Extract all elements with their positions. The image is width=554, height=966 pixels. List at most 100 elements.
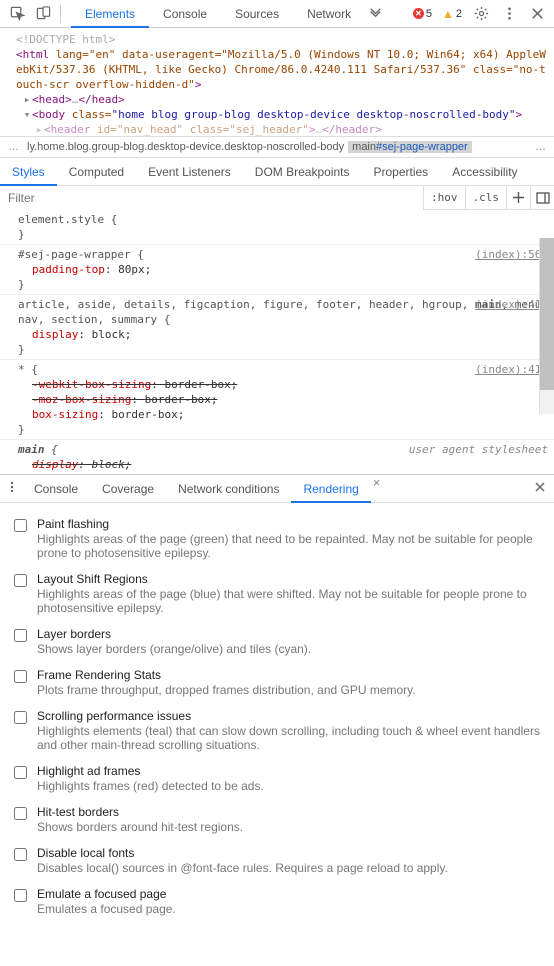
css-property-name[interactable]: box-sizing [32,408,98,421]
error-count: 5 [426,8,432,20]
inspect-icon[interactable] [4,1,30,27]
css-rule[interactable]: element.style {} [0,210,554,245]
rendering-label: Disable local fonts [37,846,448,860]
dom-body-tag[interactable]: ▾<body class="home blog group-blog deskt… [2,107,552,122]
drawer-tab-rendering[interactable]: Rendering [291,475,370,503]
breadcrumb-body[interactable]: ly.home.blog.group-blog.desktop-device.d… [23,141,348,153]
css-property-value[interactable]: border-box [111,408,177,421]
dom-header-tag[interactable]: ▸<header id="nav_head" class="sej_header… [2,122,552,136]
css-rule[interactable]: user agent stylesheetmain {display: bloc… [0,440,554,474]
styles-tab-event-listeners[interactable]: Event Listeners [136,158,243,186]
css-property-value[interactable]: border-box [145,393,211,406]
styles-body[interactable]: element.style {}(index):564#sej-page-wra… [0,210,554,474]
rendering-options: Paint flashing Highlights areas of the pa… [0,503,554,963]
breadcrumb-overflow-right[interactable]: … [531,141,550,153]
css-property-name[interactable]: -moz-box-sizing [32,393,131,406]
styles-tab-properties[interactable]: Properties [361,158,440,186]
error-count-badge[interactable]: ✕ 5 [409,8,436,20]
rule-selector[interactable]: * { [18,362,550,377]
styles-tabs: StylesComputedEvent ListenersDOM Breakpo… [0,158,554,186]
drawer-tab-network-conditions[interactable]: Network conditions [166,475,291,503]
rendering-checkbox[interactable] [14,670,27,683]
close-tab-icon[interactable]: × [373,475,381,503]
rule-source-link: user agent stylesheet [409,442,548,457]
styles-tab-styles[interactable]: Styles [0,158,57,186]
styles-tab-accessibility[interactable]: Accessibility [440,158,529,186]
css-property-name[interactable]: padding-top [32,263,105,276]
dom-doctype: <!DOCTYPE html> [2,32,552,47]
drawer-tab-coverage[interactable]: Coverage [90,475,166,503]
drawer-close-icon[interactable] [526,481,554,496]
css-property-name[interactable]: -webkit-box-sizing [32,378,151,391]
rendering-option: Layer bordersShows layer borders (orange… [0,621,554,662]
rendering-checkbox[interactable] [14,711,27,724]
rendering-checkbox[interactable] [14,629,27,642]
more-tabs-icon[interactable] [365,1,385,27]
css-property-value[interactable]: border-box [164,378,230,391]
rule-source-link[interactable]: (index):413 [475,297,548,312]
breadcrumb-main[interactable]: main#sej-page-wrapper [348,141,472,153]
styles-tab-dom-breakpoints[interactable]: DOM Breakpoints [243,158,362,186]
rendering-desc: Plots frame throughput, dropped frames d… [37,683,416,697]
rendering-label: Highlight ad frames [37,764,264,778]
warning-count-badge[interactable]: ▲ 2 [438,7,466,21]
rendering-label: Hit-test borders [37,805,243,819]
css-property-name[interactable]: display [32,458,78,471]
main-tabs: ElementsConsoleSourcesNetwork [71,0,365,28]
css-rule[interactable]: (index):413article, aside, details, figc… [0,295,554,360]
rule-selector[interactable]: element.style { [18,212,550,227]
rendering-option: Highlight ad framesHighlights frames (re… [0,758,554,799]
drawer-tab-console[interactable]: Console [22,475,90,503]
tab-elements[interactable]: Elements [71,0,149,28]
hov-toggle[interactable]: :hov [423,186,465,210]
rule-selector[interactable]: #sej-page-wrapper { [18,247,550,262]
rendering-option: Paint flashingHighlights areas of the pa… [0,511,554,566]
tab-network[interactable]: Network [293,0,365,28]
rule-source-link[interactable]: (index):564 [475,247,548,262]
device-toggle-icon[interactable] [30,1,56,27]
css-rule[interactable]: (index):413* {-webkit-box-sizing: border… [0,360,554,440]
rendering-checkbox[interactable] [14,519,27,532]
tab-console[interactable]: Console [149,0,221,28]
css-property-value[interactable]: 80px [118,263,145,276]
error-icon: ✕ [413,8,424,19]
rendering-desc: Highlights areas of the page (blue) that… [37,587,542,615]
warning-icon: ▲ [442,7,454,21]
warning-count: 2 [456,8,462,20]
tab-sources[interactable]: Sources [221,0,293,28]
rendering-label: Paint flashing [37,517,542,531]
rendering-desc: Shows layer borders (orange/olive) and t… [37,642,311,656]
styles-tab-computed[interactable]: Computed [57,158,136,186]
cls-toggle[interactable]: .cls [465,186,507,210]
rendering-desc: Shows borders around hit-test regions. [37,820,243,834]
dom-head-tag[interactable]: ▸<head>…</head> [2,92,552,107]
filter-input[interactable] [0,186,423,210]
rendering-checkbox[interactable] [14,766,27,779]
toggle-sidebar-icon[interactable] [530,186,554,210]
css-property-value[interactable]: block [92,328,125,341]
css-property-value[interactable]: block [92,458,125,471]
rendering-label: Layer borders [37,627,311,641]
css-rule[interactable]: (index):564#sej-page-wrapper {padding-to… [0,245,554,295]
css-property-name[interactable]: display [32,328,78,341]
rendering-checkbox[interactable] [14,807,27,820]
rule-selector[interactable]: article, aside, details, figcaption, fig… [18,297,550,327]
styles-scrollbar[interactable] [539,238,554,414]
rendering-checkbox[interactable] [14,574,27,587]
settings-icon[interactable] [468,1,494,27]
rendering-checkbox[interactable] [14,848,27,861]
rendering-label: Scrolling performance issues [37,709,542,723]
dom-tree[interactable]: <!DOCTYPE html> <html lang="en" data-use… [0,28,554,136]
rendering-label: Emulate a focused page [37,887,176,901]
dom-html-tag[interactable]: <html lang="en" data-useragent="Mozilla/… [2,47,552,92]
rendering-option: Emulate a focused pageEmulates a focused… [0,881,554,922]
close-devtools-icon[interactable] [524,1,550,27]
new-rule-icon[interactable] [506,186,530,210]
breadcrumb-overflow[interactable]: … [4,141,23,153]
drawer-menu-icon[interactable] [2,481,22,496]
rendering-checkbox[interactable] [14,889,27,902]
rendering-option: Frame Rendering StatsPlots frame through… [0,662,554,703]
kebab-menu-icon[interactable] [496,1,522,27]
rule-source-link[interactable]: (index):413 [475,362,548,377]
rendering-desc: Emulates a focused page. [37,902,176,916]
